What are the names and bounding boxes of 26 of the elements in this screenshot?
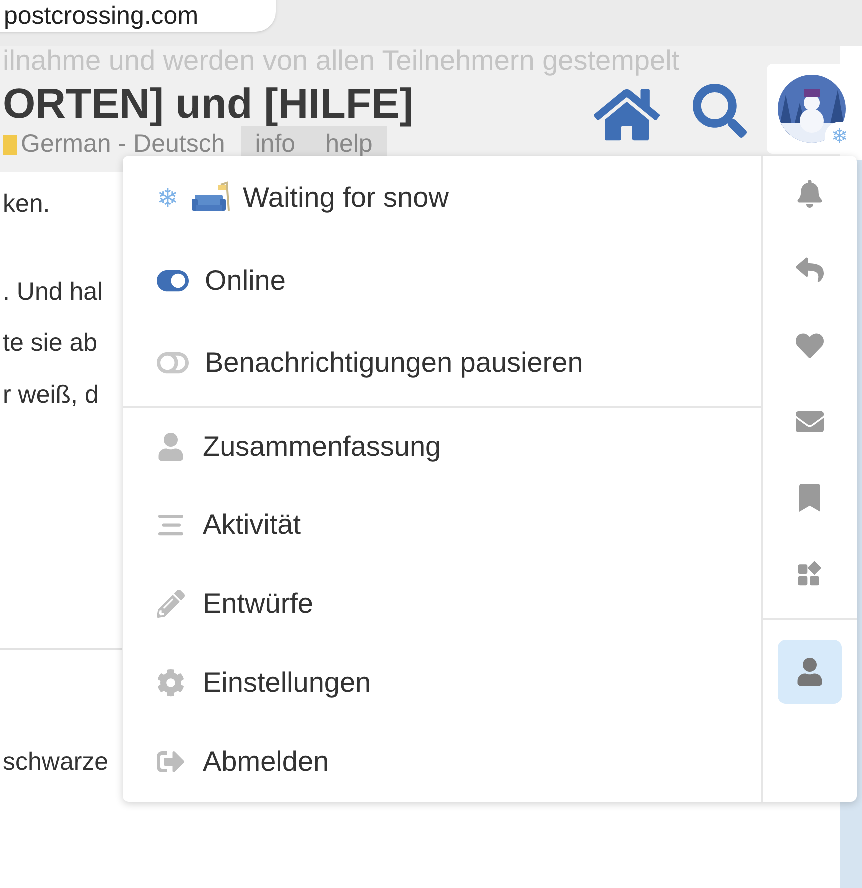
pencil-icon [157, 590, 185, 618]
snowflake-emoji: ❄ [157, 182, 179, 214]
menu-link[interactable]: Einstellungen [123, 643, 761, 722]
body-text: r weiß, d [3, 380, 99, 410]
toggle-menu-item[interactable]: Benachrichtigungen pausieren [123, 322, 761, 404]
bell-icon [796, 180, 824, 208]
category-badge-icon [3, 134, 17, 155]
toggle-menu-item[interactable]: Online [123, 240, 761, 322]
body-text: schwarze [3, 747, 109, 778]
body-text: . Und hal [3, 276, 104, 308]
shapes-icon [796, 560, 824, 588]
menu-link[interactable]: Zusammenfassung [123, 406, 761, 485]
body-text: te sie ab [3, 328, 98, 359]
body-text: ken. [3, 189, 50, 220]
url-bar[interactable]: postcrossing.com [0, 0, 276, 32]
person-icon [796, 658, 824, 686]
page-title: ORTEN] und [HILFE] [3, 79, 414, 129]
search-icon[interactable] [693, 84, 747, 138]
person-icon [157, 432, 185, 460]
menu-link[interactable]: Entwürfe [123, 564, 761, 643]
menu-link[interactable]: Aktivität [123, 485, 761, 564]
reply-icon [796, 256, 824, 284]
menu-link[interactable]: Abmelden [123, 722, 761, 801]
gear-icon [157, 668, 185, 696]
menu-tab[interactable] [778, 640, 842, 704]
heart-icon [796, 332, 824, 360]
